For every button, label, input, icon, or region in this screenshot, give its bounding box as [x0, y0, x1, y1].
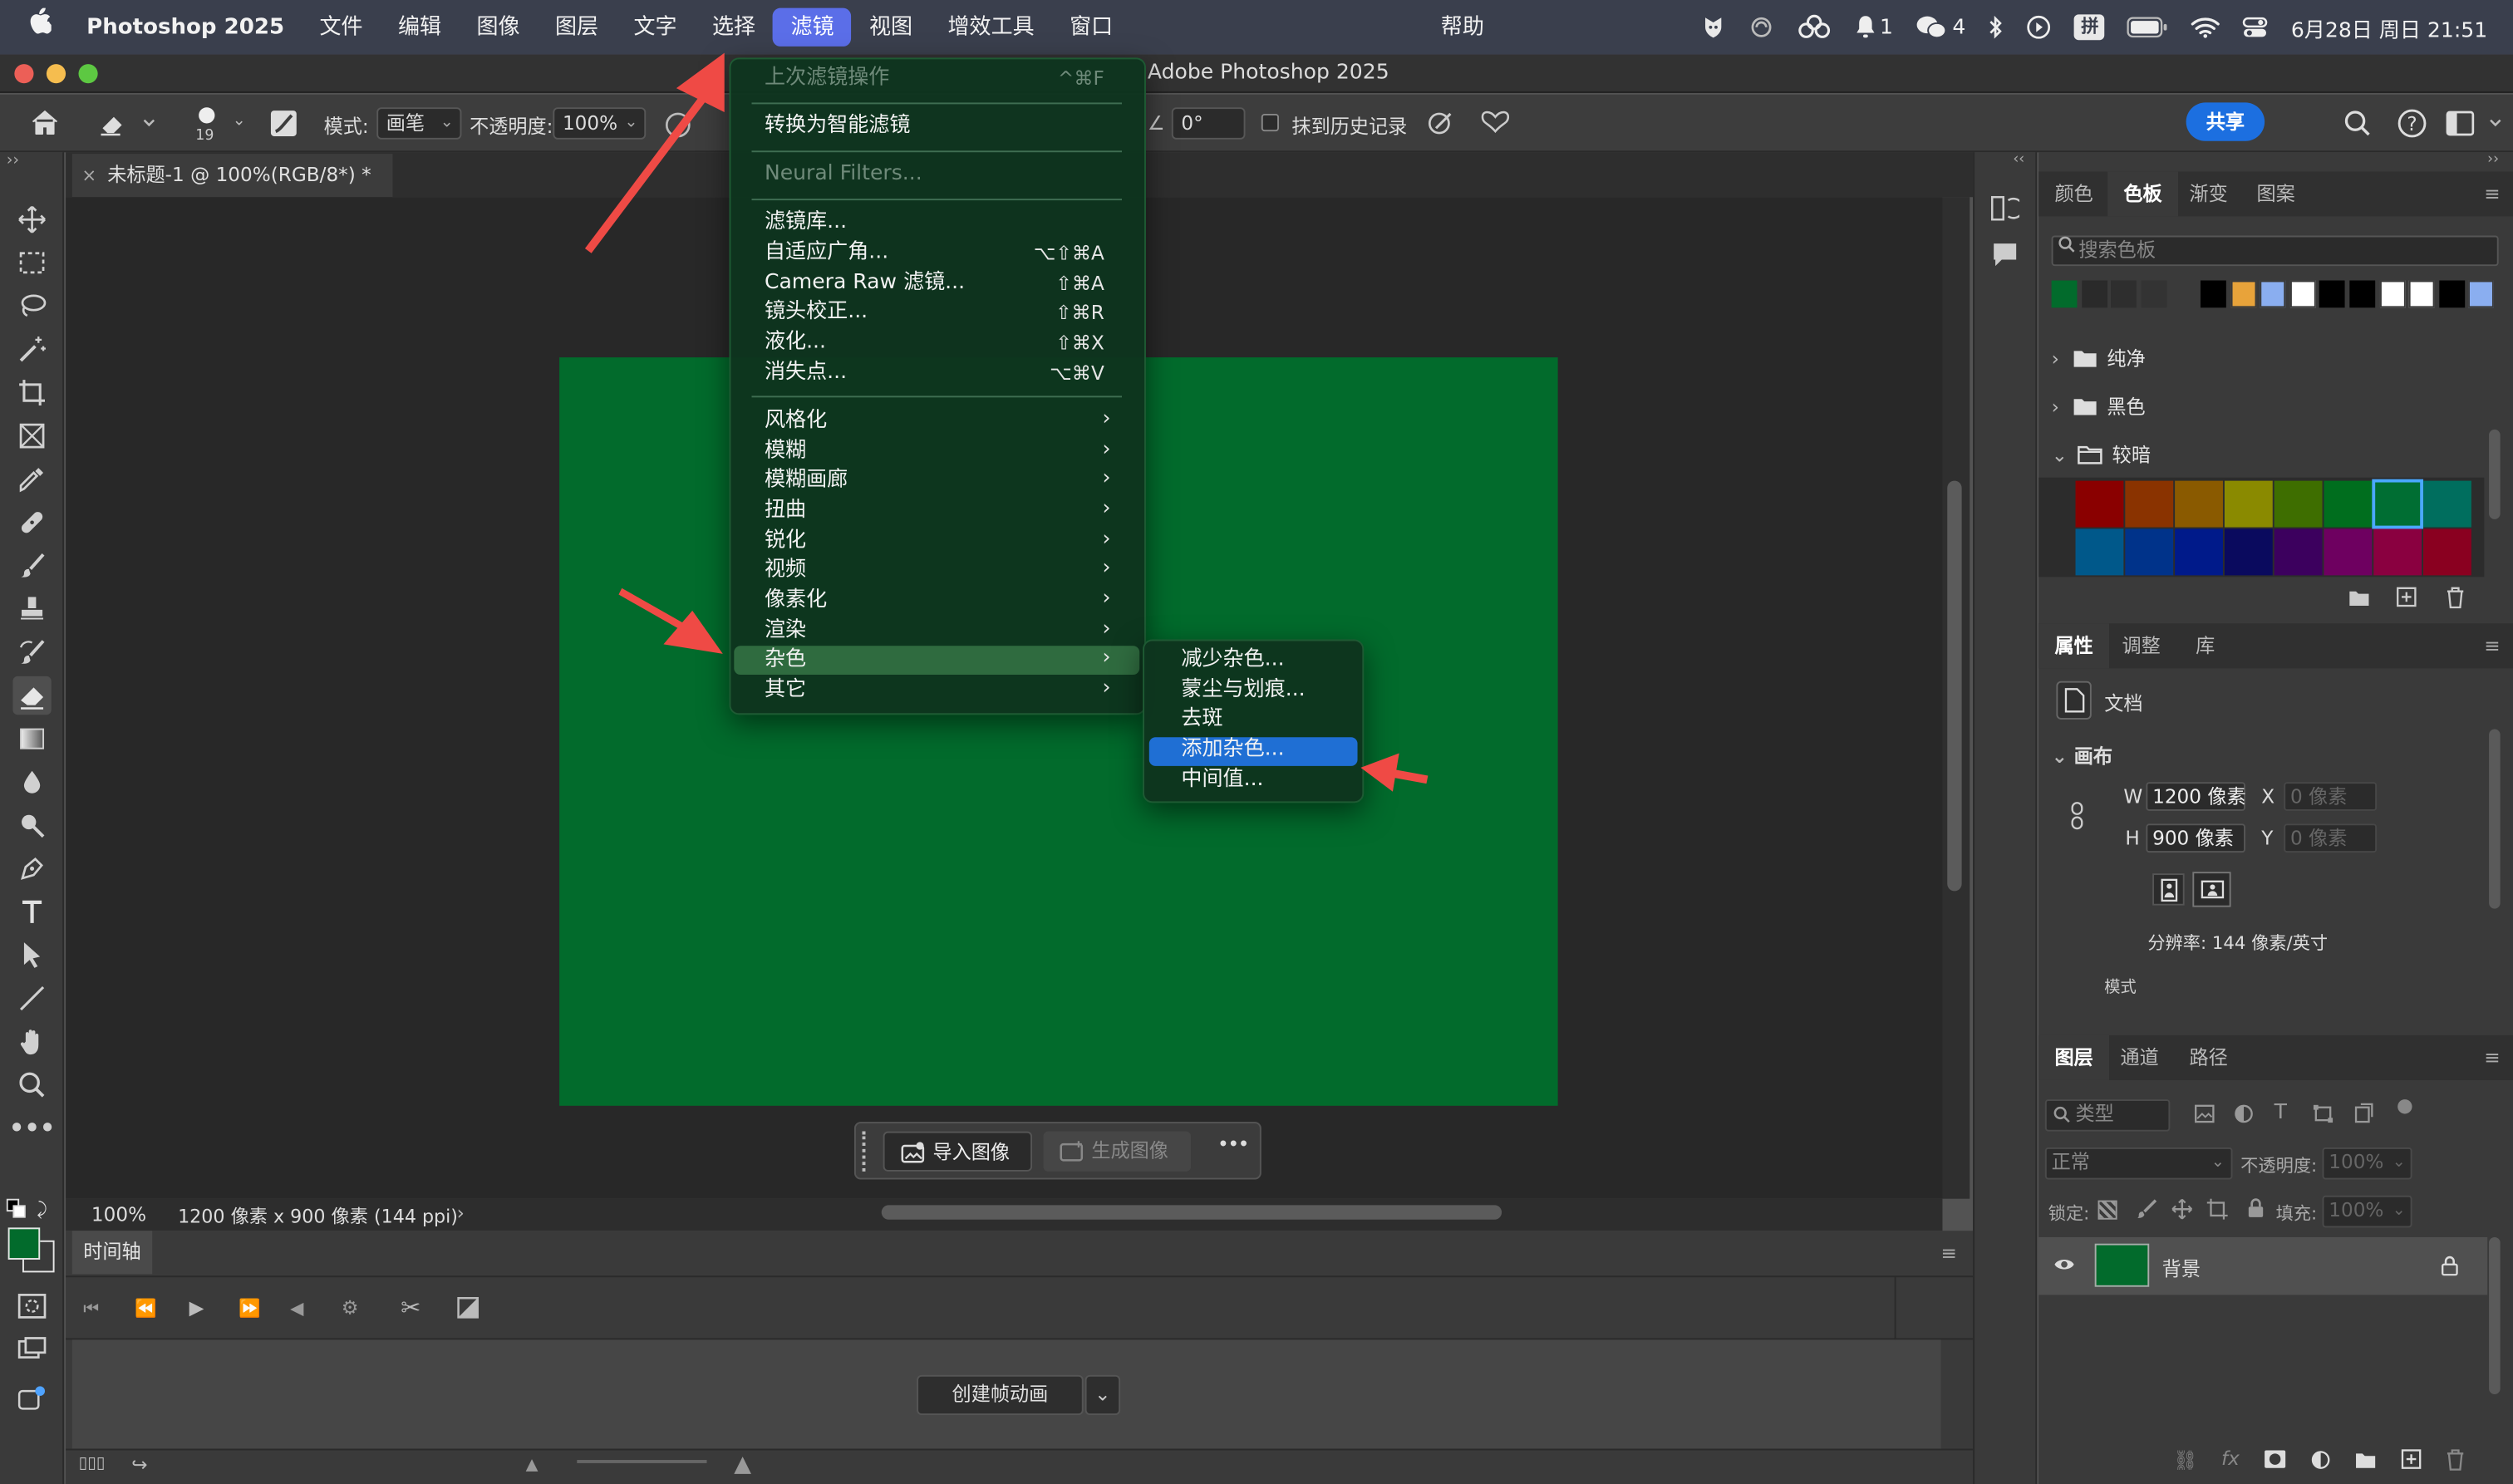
red-arrow-to-noise-item	[618, 587, 723, 654]
red-arrow-to-filter-menu	[584, 52, 725, 253]
annotation-arrows	[584, 52, 1429, 792]
red-arrow-to-add-noise-item	[1360, 753, 1429, 792]
